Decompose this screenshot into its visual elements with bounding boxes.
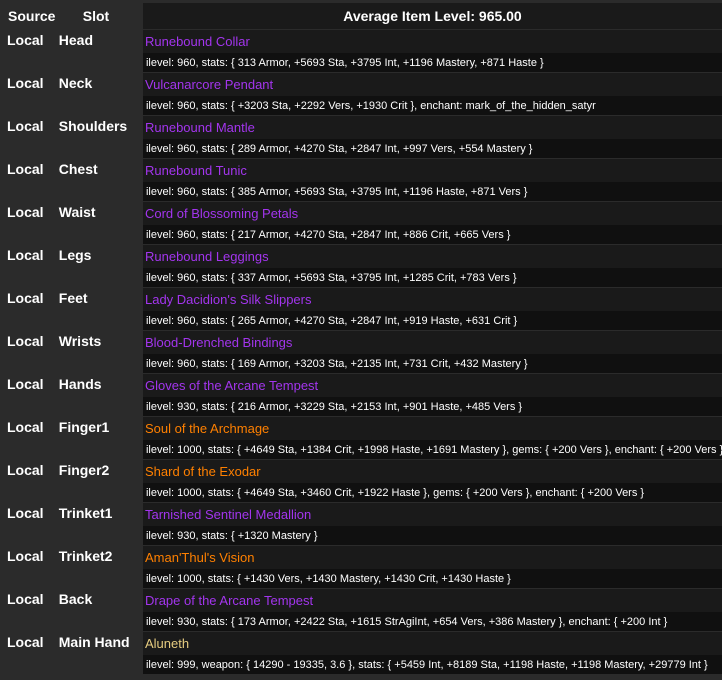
item-name-link[interactable]: Aman'Thul's Vision (140, 545, 722, 569)
slot-cell: Feet (58, 290, 88, 306)
item-name-link[interactable]: Soul of the Archmage (140, 416, 722, 440)
item-stats: ilevel: 1000, stats: { +4649 Sta, +1384 … (140, 440, 722, 459)
item-stats: ilevel: 960, stats: { 385 Armor, +5693 S… (140, 182, 722, 201)
gear-row-feet: Local Feet Lady Dacidion's Silk Slippers (2, 287, 722, 311)
gear-row-waist: Local Waist Cord of Blossoming Petals (2, 201, 722, 225)
gear-row-main-hand: Local Main Hand Aluneth (2, 631, 722, 655)
gear-row-finger2: Local Finger2 Shard of the Exodar (2, 459, 722, 483)
item-stats: ilevel: 1000, stats: { +1430 Vers, +1430… (140, 569, 722, 588)
item-name-link[interactable]: Runebound Tunic (140, 158, 722, 182)
item-stats: ilevel: 1000, stats: { +4649 Sta, +3460 … (140, 483, 722, 502)
gear-row-chest: Local Chest Runebound Tunic (2, 158, 722, 182)
gear-row-back: Local Back Drape of the Arcane Tempest (2, 588, 722, 612)
slot-cell: Chest (58, 161, 98, 177)
source-cell: Local (7, 161, 44, 177)
gear-row-finger1: Local Finger1 Soul of the Archmage (2, 416, 722, 440)
slot-cell: Neck (58, 75, 93, 91)
item-stats: ilevel: 960, stats: { +3203 Sta, +2292 V… (140, 96, 722, 115)
item-stats: ilevel: 960, stats: { 289 Armor, +4270 S… (140, 139, 722, 158)
source-cell: Local (7, 505, 44, 521)
source-cell: Local (7, 290, 44, 306)
item-stats: ilevel: 930, stats: { 173 Armor, +2422 S… (140, 612, 722, 631)
slot-cell: Wrists (58, 333, 102, 349)
gear-row-wrists: Local Wrists Blood-Drenched Bindings (2, 330, 722, 354)
gear-row-head: Local Head Runebound Collar (2, 29, 722, 53)
slot-header: Slot (82, 8, 110, 24)
gear-row-trinket2: Local Trinket2 Aman'Thul's Vision (2, 545, 722, 569)
source-cell: Local (7, 32, 44, 48)
item-name-link[interactable]: Runebound Leggings (140, 244, 722, 268)
source-cell: Local (7, 634, 44, 650)
gear-table: Source Slot Average Item Level: 965.00 L… (2, 3, 722, 674)
source-cell: Local (7, 591, 44, 607)
item-name-link[interactable]: Shard of the Exodar (140, 459, 722, 483)
source-cell: Local (7, 333, 44, 349)
slot-cell: Back (58, 591, 93, 607)
header-row: Source Slot Average Item Level: 965.00 (2, 3, 722, 29)
source-cell: Local (7, 376, 44, 392)
item-name-link[interactable]: Runebound Mantle (140, 115, 722, 139)
item-name-link[interactable]: Runebound Collar (140, 29, 722, 53)
source-cell: Local (7, 419, 44, 435)
source-header: Source (8, 8, 56, 24)
item-stats: ilevel: 930, stats: { 216 Armor, +3229 S… (140, 397, 722, 416)
gear-row-neck: Local Neck Vulcanarcore Pendant (2, 72, 722, 96)
source-cell: Local (7, 75, 44, 91)
item-stats: ilevel: 960, stats: { 313 Armor, +5693 S… (140, 53, 722, 72)
item-name-link[interactable]: Lady Dacidion's Silk Slippers (140, 287, 722, 311)
item-stats: ilevel: 960, stats: { 169 Armor, +3203 S… (140, 354, 722, 373)
source-cell: Local (7, 462, 44, 478)
item-name-link[interactable]: Aluneth (140, 631, 722, 655)
item-name-link[interactable]: Vulcanarcore Pendant (140, 72, 722, 96)
slot-cell: Head (58, 32, 93, 48)
item-name-link[interactable]: Tarnished Sentinel Medallion (140, 502, 722, 526)
item-name-link[interactable]: Gloves of the Arcane Tempest (140, 373, 722, 397)
slot-cell: Shoulders (58, 118, 128, 134)
slot-cell: Main Hand (58, 634, 130, 650)
item-name-link[interactable]: Blood-Drenched Bindings (140, 330, 722, 354)
gear-row-trinket1: Local Trinket1 Tarnished Sentinel Medallio… (2, 502, 722, 526)
average-item-level-header: Average Item Level: 965.00 (140, 3, 722, 29)
item-stats: ilevel: 930, stats: { +1320 Mastery } (140, 526, 722, 545)
item-stats: ilevel: 999, weapon: { 14290 - 19335, 3.… (140, 655, 722, 674)
item-stats: ilevel: 960, stats: { 265 Armor, +4270 S… (140, 311, 722, 330)
slot-cell: Hands (58, 376, 102, 392)
source-cell: Local (7, 548, 44, 564)
source-cell: Local (7, 247, 44, 263)
item-name-link[interactable]: Drape of the Arcane Tempest (140, 588, 722, 612)
gear-row-legs: Local Legs Runebound Leggings (2, 244, 722, 268)
slot-cell: Waist (58, 204, 96, 220)
gear-row-shoulders: Local Shoulders Runebound Mantle (2, 115, 722, 139)
item-name-link[interactable]: Cord of Blossoming Petals (140, 201, 722, 225)
gear-body: Local Head Runebound Collar ilevel: 960, st… (2, 29, 722, 674)
item-stats: ilevel: 960, stats: { 217 Armor, +4270 S… (140, 225, 722, 244)
source-cell: Local (7, 118, 44, 134)
slot-cell: Trinket1 (58, 505, 113, 521)
slot-cell: Finger2 (58, 462, 110, 478)
slot-cell: Trinket2 (58, 548, 113, 564)
source-cell: Local (7, 204, 44, 220)
gear-row-hands: Local Hands Gloves of the Arcane Tempest (2, 373, 722, 397)
item-stats: ilevel: 960, stats: { 337 Armor, +5693 S… (140, 268, 722, 287)
slot-cell: Finger1 (58, 419, 110, 435)
slot-cell: Legs (58, 247, 92, 263)
